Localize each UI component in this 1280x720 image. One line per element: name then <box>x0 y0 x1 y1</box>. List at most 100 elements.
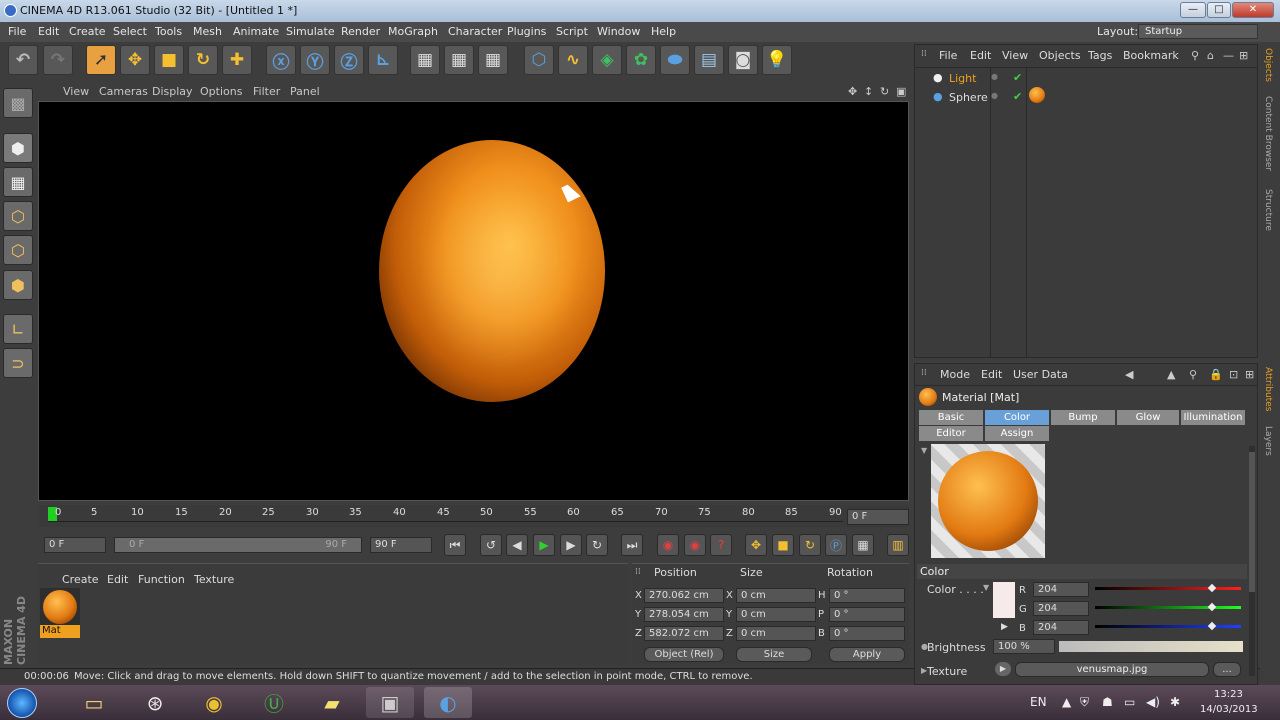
viewport-menu-panel[interactable]: Panel <box>290 85 320 98</box>
tab-basic[interactable]: Basic <box>919 410 983 425</box>
viewport-menu-options[interactable]: Options <box>200 85 242 98</box>
viewport-toggle-icon[interactable]: ▣ <box>896 85 906 98</box>
back-arrow-icon[interactable]: ◀ <box>1125 368 1133 381</box>
texture-file-field[interactable]: venusmap.jpg <box>1015 662 1209 677</box>
rot-b-field[interactable]: 0 ° <box>829 626 905 641</box>
visibility-dots-icon[interactable]: ● <box>991 91 998 100</box>
attr-menu-edit[interactable]: Edit <box>981 368 1002 381</box>
g-slider-knob[interactable] <box>1207 602 1217 612</box>
start-frame-field[interactable]: 0 F <box>44 537 106 553</box>
array-button[interactable]: ✿ <box>626 45 656 75</box>
pos-y-field[interactable]: 278.054 cm <box>644 607 724 622</box>
move-tool-button[interactable]: ✥ <box>120 45 150 75</box>
rotate-tool-button[interactable]: ↻ <box>188 45 218 75</box>
g-field[interactable]: 204 <box>1033 601 1089 616</box>
light-button[interactable]: 💡 <box>762 45 792 75</box>
previous-frame-button[interactable]: ◀ <box>506 534 528 556</box>
go-to-start-button[interactable]: ⏮ <box>444 534 466 556</box>
r-field[interactable]: 204 <box>1033 582 1089 597</box>
viewport-move-icon[interactable]: ✥ <box>848 85 857 98</box>
redo-button[interactable]: ↷ <box>43 45 73 75</box>
polygons-mode-button[interactable]: ⬢ <box>3 270 33 300</box>
expand-panel-icon[interactable]: ⊞ <box>1239 49 1248 62</box>
render-settings-button[interactable]: ▦ <box>478 45 508 75</box>
search-icon[interactable]: ⚲ <box>1191 49 1199 62</box>
cube-object-button[interactable]: ⬡ <box>524 45 554 75</box>
network-icon[interactable]: ▭ <box>1124 695 1135 709</box>
menu-create[interactable]: Create <box>69 25 106 38</box>
tab-glow[interactable]: Glow <box>1117 410 1179 425</box>
viewport-menu-filter[interactable]: Filter <box>253 85 280 98</box>
new-panel-icon[interactable]: ⊡ <box>1229 368 1238 381</box>
key-rotation-button[interactable]: ↻ <box>799 534 821 556</box>
up-arrow-icon[interactable]: ▲ <box>1167 368 1175 381</box>
enabled-check-icon[interactable]: ✔ <box>1013 71 1022 84</box>
object-row-light[interactable]: ● Light ● ✔ <box>921 70 1121 88</box>
tray-expand-icon[interactable]: ▲ <box>1062 695 1071 709</box>
viewport[interactable] <box>38 101 909 501</box>
r-slider[interactable] <box>1095 587 1241 590</box>
menu-script[interactable]: Script <box>556 25 588 38</box>
lock-icon[interactable]: 🔒 <box>1209 368 1223 381</box>
taskbar-sticky-notes[interactable]: ▰ <box>308 687 356 718</box>
obj-menu-bookmark[interactable]: Bookmark <box>1123 49 1179 62</box>
side-tab-objects[interactable]: Objects <box>1263 48 1273 82</box>
size-y-field[interactable]: 0 cm <box>736 607 816 622</box>
key-pla-button[interactable]: ▦ <box>852 534 874 556</box>
coordinate-system-button[interactable]: ⊾ <box>368 45 398 75</box>
key-scale-button[interactable]: ■ <box>772 534 794 556</box>
r-slider-knob[interactable] <box>1207 583 1217 593</box>
menu-tools[interactable]: Tools <box>155 25 182 38</box>
snap-button[interactable]: ⊃ <box>3 348 33 378</box>
taskbar-app[interactable]: ▣ <box>366 687 414 718</box>
scrollbar-thumb[interactable] <box>1249 452 1255 592</box>
texture-mode-button[interactable]: ▦ <box>3 167 33 197</box>
scale-tool-button[interactable]: ■ <box>154 45 184 75</box>
side-tab-layers[interactable]: Layers <box>1263 426 1273 456</box>
viewport-menu-cameras[interactable]: Cameras <box>99 85 148 98</box>
language-indicator[interactable]: EN <box>1030 695 1047 709</box>
menu-select[interactable]: Select <box>113 25 147 38</box>
nurbs-button[interactable]: ◈ <box>592 45 622 75</box>
scheme-button[interactable]: ▥ <box>887 534 909 556</box>
menu-animate[interactable]: Animate <box>233 25 279 38</box>
y-axis-button[interactable]: Ⓨ <box>300 45 330 75</box>
volume-icon[interactable]: ◀) <box>1146 695 1160 709</box>
color-swatch[interactable] <box>993 582 1015 618</box>
close-button[interactable]: ✕ <box>1232 2 1274 18</box>
edges-mode-button[interactable]: ⬡ <box>3 235 33 265</box>
obj-menu-file[interactable]: File <box>939 49 957 62</box>
b-slider-knob[interactable] <box>1207 621 1217 631</box>
end-frame-field[interactable]: 90 F <box>370 537 432 553</box>
shield-icon[interactable]: ⛨ <box>1080 695 1089 710</box>
deformer-button[interactable]: ⬬ <box>660 45 690 75</box>
make-editable-button[interactable]: ▩ <box>3 88 33 118</box>
brightness-slider[interactable] <box>1059 641 1243 652</box>
coordinate-mode-select[interactable]: Object (Rel) <box>644 647 724 662</box>
menu-mograph[interactable]: MoGraph <box>388 25 438 38</box>
color-dropdown-arrow-icon[interactable]: ▼ <box>983 583 989 592</box>
side-tab-attributes[interactable]: Attributes <box>1263 367 1273 411</box>
taskbar-utorrent[interactable]: Ⓤ <box>250 687 298 718</box>
tab-editor[interactable]: Editor <box>919 426 983 441</box>
clock-time[interactable]: 13:23 <box>1214 689 1243 700</box>
apply-button[interactable]: Apply <box>829 647 905 662</box>
live-selection-button[interactable]: ➚ <box>86 45 116 75</box>
pos-z-field[interactable]: 582.072 cm <box>644 626 724 641</box>
attr-menu-user-data[interactable]: User Data <box>1013 368 1068 381</box>
tab-bump[interactable]: Bump <box>1051 410 1115 425</box>
obj-menu-edit[interactable]: Edit <box>970 49 991 62</box>
spline-button[interactable]: ∿ <box>558 45 588 75</box>
object-row-sphere[interactable]: ● Sphere ● ✔ <box>921 87 1121 107</box>
undo-button[interactable]: ↶ <box>8 45 38 75</box>
render-picture-viewer-button[interactable]: ▦ <box>444 45 474 75</box>
size-x-field[interactable]: 0 cm <box>736 588 816 603</box>
mat-menu-texture[interactable]: Texture <box>194 573 234 586</box>
obj-menu-tags[interactable]: Tags <box>1088 49 1112 62</box>
tray-misc-icon[interactable]: ✱ <box>1170 695 1180 709</box>
b-field[interactable]: 204 <box>1033 620 1089 635</box>
key-position-button[interactable]: ✥ <box>745 534 767 556</box>
play-button[interactable]: ▶ <box>533 534 555 556</box>
visibility-dots-icon[interactable]: ● <box>991 72 998 81</box>
x-axis-button[interactable]: ⓧ <box>266 45 296 75</box>
